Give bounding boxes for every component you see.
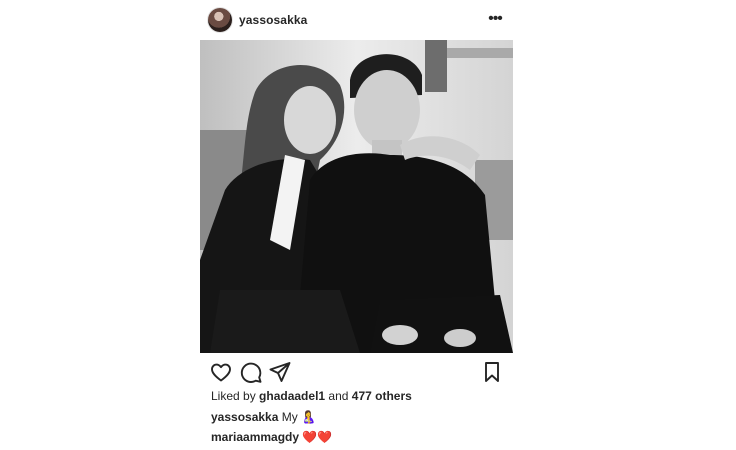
heart-outline-icon[interactable] [209, 360, 233, 384]
post-photo[interactable] [200, 40, 513, 353]
more-options-icon[interactable]: ••• [486, 10, 504, 28]
comment-hearts: ❤️❤️ [302, 430, 333, 444]
likes-summary: Liked by ghadaadel1 and 477 others [211, 389, 412, 403]
likes-middle: and [328, 389, 349, 403]
caption-username-link[interactable]: yassosakka [211, 410, 278, 424]
photo-illustration [200, 40, 513, 353]
likes-others-link[interactable]: 477 others [352, 389, 412, 403]
caption-text: My [281, 410, 298, 424]
post-username[interactable]: yassosakka [239, 13, 307, 27]
post-header: yassosakka ••• [200, 6, 516, 34]
post-caption: yassosakka My 🤱 [211, 410, 316, 424]
speech-bubble-icon[interactable] [239, 360, 263, 384]
avatar[interactable] [208, 8, 232, 32]
liked-by-user-link[interactable]: ghadaadel1 [259, 389, 325, 403]
action-bar [200, 360, 516, 384]
comment-item: mariaammagdy ❤️❤️ [211, 430, 332, 444]
instagram-post: yassosakka ••• Liked by ghadaadel1 and 4… [200, 0, 516, 450]
paper-plane-icon[interactable] [268, 360, 292, 384]
likes-prefix: Liked by [211, 389, 256, 403]
bookmark-icon[interactable] [480, 360, 504, 384]
comment-username-link[interactable]: mariaammagdy [211, 430, 299, 444]
caption-emoji: 🤱 [301, 410, 317, 424]
